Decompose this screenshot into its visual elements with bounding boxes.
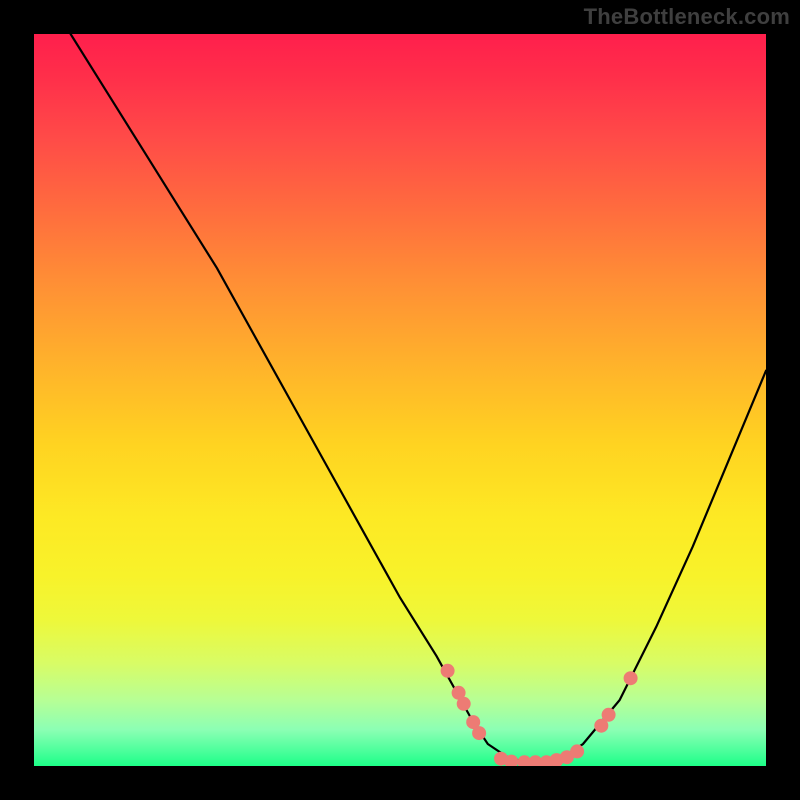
scatter-dot bbox=[457, 697, 471, 711]
scatter-dot bbox=[472, 726, 486, 740]
chart-frame: TheBottleneck.com bbox=[0, 0, 800, 800]
plot-area bbox=[34, 34, 766, 766]
watermark-text: TheBottleneck.com bbox=[584, 4, 790, 30]
scatter-dot bbox=[624, 671, 638, 685]
scatter-dot bbox=[441, 664, 455, 678]
bottleneck-curve bbox=[71, 34, 766, 762]
scatter-dot bbox=[570, 744, 584, 758]
curve-svg bbox=[34, 34, 766, 766]
scatter-dot bbox=[602, 708, 616, 722]
